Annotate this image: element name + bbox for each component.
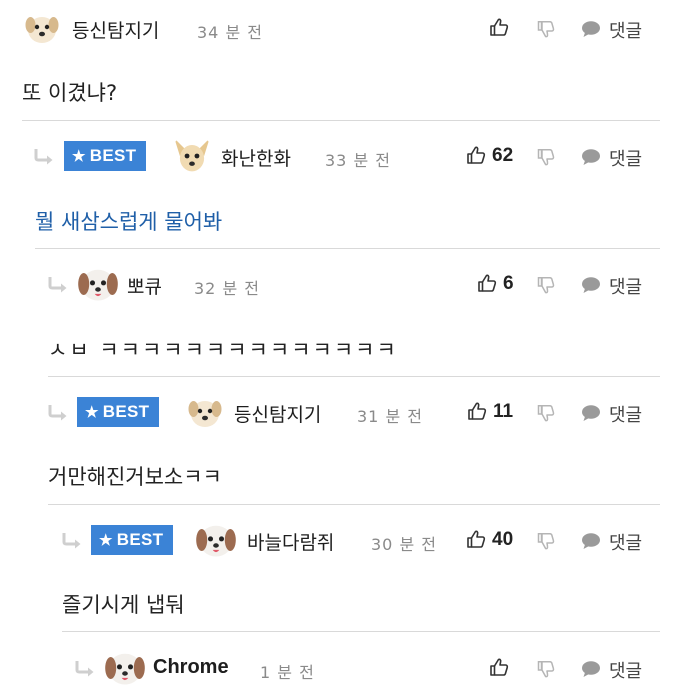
chat-bubble-icon — [581, 276, 601, 294]
timestamp: 33 분 전 — [325, 151, 391, 170]
like-count: 6 — [503, 273, 514, 294]
chat-bubble-icon — [581, 532, 601, 550]
reply-arrow-icon — [74, 659, 96, 679]
divider — [35, 248, 660, 249]
reply-button[interactable]: 댓글 — [609, 145, 642, 171]
thumbs-down-icon[interactable] — [537, 147, 555, 167]
reply-button[interactable]: 댓글 — [609, 657, 642, 683]
thumbs-down-icon[interactable] — [537, 403, 555, 423]
star-icon: ★ — [72, 148, 86, 165]
avatar[interactable] — [103, 646, 147, 690]
comment-header: 등신탐지기 34 분 전 댓글 — [0, 13, 700, 43]
best-badge: ★ BEST — [64, 141, 147, 171]
divider — [48, 376, 660, 377]
comment-header: ★ BEST 바늘다람쥐 30 분 전 40 댓글 — [0, 525, 700, 555]
best-badge: ★ BEST — [77, 397, 160, 427]
thumbs-up-icon[interactable] — [466, 529, 486, 549]
avatar[interactable] — [185, 392, 225, 432]
timestamp: 30 분 전 — [371, 535, 437, 554]
comment-text: ㅅㅂ ㅋㅋㅋㅋㅋㅋㅋㅋㅋㅋㅋㅋㅋㅋ — [48, 338, 398, 362]
avatar[interactable] — [22, 8, 62, 48]
comment-header: ★ BEST 등신탐지기 31 분 전 11 댓글 — [0, 397, 700, 427]
star-icon: ★ — [99, 532, 113, 549]
username[interactable]: 화난한화 — [221, 144, 291, 171]
like-count: 62 — [492, 145, 514, 166]
chat-bubble-icon — [581, 404, 601, 422]
thumbs-up-icon[interactable] — [466, 145, 486, 165]
divider — [48, 504, 660, 505]
reply-button[interactable]: 댓글 — [609, 529, 642, 555]
timestamp: 32 분 전 — [194, 279, 260, 298]
timestamp: 31 분 전 — [357, 407, 423, 426]
divider — [22, 120, 660, 121]
chat-bubble-icon — [581, 148, 601, 166]
avatar[interactable] — [76, 262, 120, 306]
comment-text: 즐기시게 냅둬 — [62, 593, 185, 617]
timestamp: 1 분 전 — [260, 663, 315, 682]
reply-arrow-icon — [47, 275, 69, 295]
comment-text: 뭘 새삼스럽게 물어봐 — [35, 210, 223, 234]
username[interactable]: Chrome — [153, 656, 229, 679]
timestamp: 34 분 전 — [197, 23, 263, 42]
reply-arrow-icon — [33, 147, 55, 167]
comment-header: ★ BEST 화난한화 33 분 전 62 댓글 — [0, 141, 700, 171]
username[interactable]: 바늘다람쥐 — [247, 528, 334, 555]
chat-bubble-icon — [581, 20, 601, 38]
star-icon: ★ — [85, 404, 99, 421]
comment-header: 뽀큐 32 분 전 6 댓글 — [0, 269, 700, 299]
username[interactable]: 등신탐지기 — [72, 16, 159, 43]
username[interactable]: 뽀큐 — [127, 272, 162, 299]
thumbs-down-icon[interactable] — [537, 659, 555, 679]
best-badge: ★ BEST — [91, 525, 174, 555]
comment-header: Chrome 1 분 전 댓글 — [0, 653, 700, 683]
thumbs-down-icon[interactable] — [537, 531, 555, 551]
thumbs-down-icon[interactable] — [537, 275, 555, 295]
reply-button[interactable]: 댓글 — [609, 401, 642, 427]
chat-bubble-icon — [581, 660, 601, 678]
thumbs-up-icon[interactable] — [477, 273, 497, 293]
thumbs-up-icon[interactable] — [489, 17, 509, 37]
comment-text: 또 이겼냐? — [22, 81, 118, 105]
reply-button[interactable]: 댓글 — [609, 273, 642, 299]
divider — [62, 631, 660, 632]
avatar[interactable] — [194, 518, 238, 562]
reply-arrow-icon — [61, 531, 83, 551]
avatar[interactable] — [170, 134, 214, 178]
thumbs-down-icon[interactable] — [537, 19, 555, 39]
comment-text: 거만해진거보소ㅋㅋ — [48, 465, 222, 489]
thumbs-up-icon[interactable] — [467, 401, 487, 421]
like-count: 11 — [493, 401, 514, 422]
like-count: 40 — [492, 529, 514, 550]
username[interactable]: 등신탐지기 — [234, 400, 321, 427]
thumbs-up-icon[interactable] — [489, 657, 509, 677]
reply-button[interactable]: 댓글 — [609, 17, 642, 43]
reply-arrow-icon — [47, 403, 69, 423]
